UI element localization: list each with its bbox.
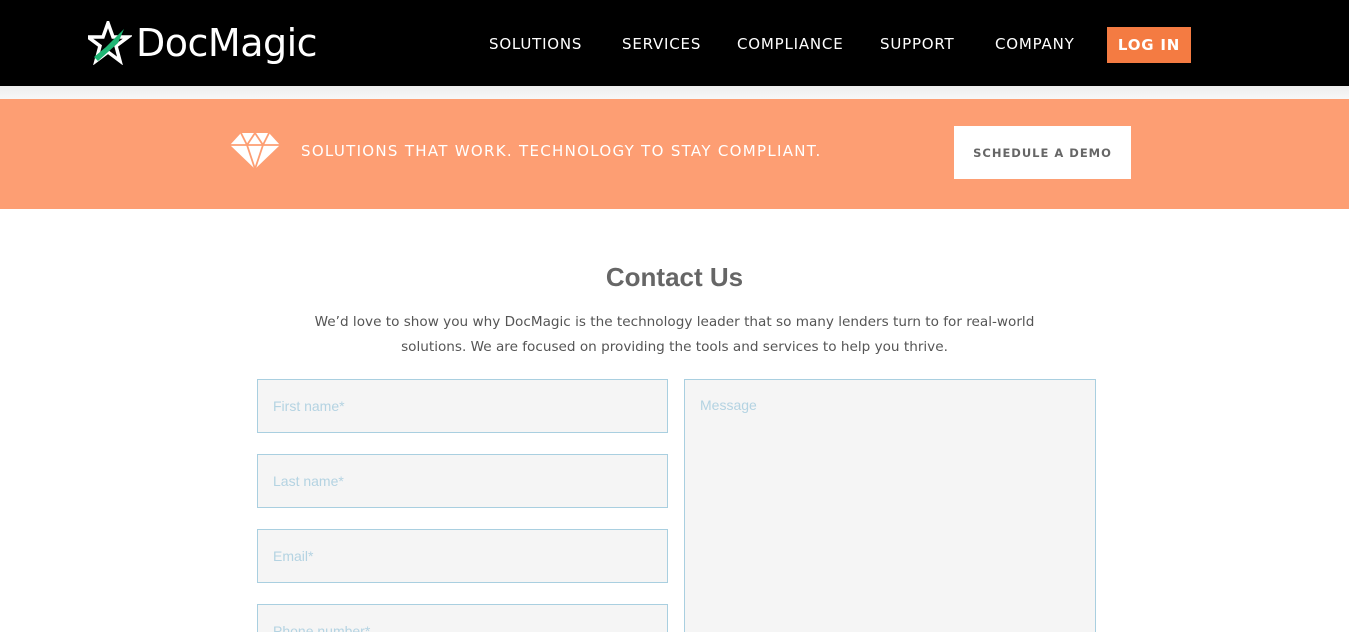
nav-company[interactable]: COMPANY [995,35,1075,53]
star-logo-icon [82,17,134,66]
first-name-input[interactable] [257,379,668,433]
banner-tagline: SOLUTIONS THAT WORK. TECHNOLOGY TO STAY … [301,142,822,160]
contact-title: Contact Us [605,262,744,292]
nav-services[interactable]: SERVICES [622,35,701,53]
nav-compliance[interactable]: COMPLIANCE [737,35,843,53]
phone-input[interactable] [257,604,668,632]
nav-solutions[interactable]: SOLUTIONS [489,35,582,53]
header-divider [0,86,1349,99]
message-textarea[interactable] [684,379,1096,632]
diamond-icon [229,131,281,170]
last-name-input[interactable] [257,454,668,508]
login-button[interactable]: LOG IN [1107,27,1191,63]
promo-banner: SOLUTIONS THAT WORK. TECHNOLOGY TO STAY … [0,99,1349,209]
contact-description: We’d love to show you why DocMagic is th… [314,314,1035,355]
email-input[interactable] [257,529,668,583]
schedule-demo-button[interactable]: SCHEDULE A DEMO [954,126,1131,179]
brand-name: DocMagic [136,21,318,65]
site-header: DocMagic SOLUTIONS SERVICES COMPLIANCE S… [0,0,1349,86]
nav-support[interactable]: SUPPORT [880,35,955,53]
docmagic-logo[interactable]: DocMagic [82,17,318,68]
